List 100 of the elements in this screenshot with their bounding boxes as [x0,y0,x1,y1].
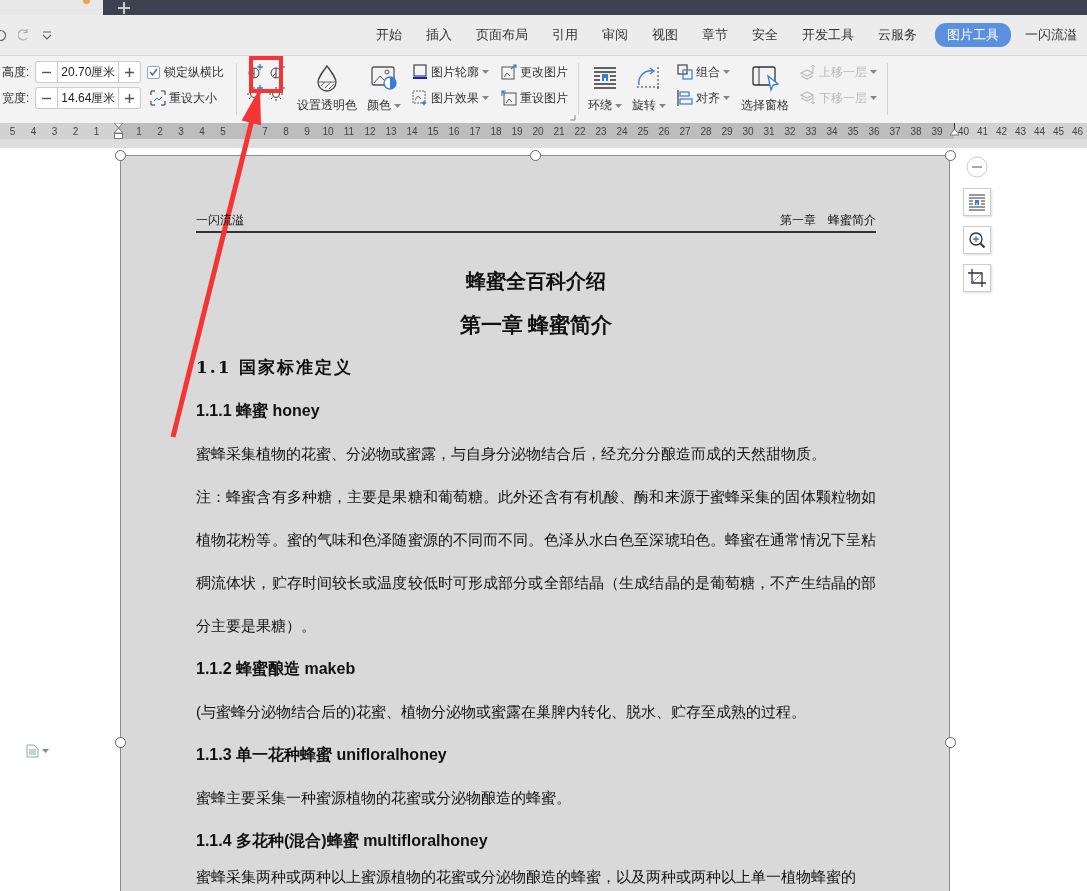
size-input[interactable]: 14.64厘米 [57,87,120,109]
ruler-number: 22 [573,125,587,137]
picture-swap-icon [501,64,518,80]
ruler-number: 33 [804,125,818,137]
dropdown-icon[interactable] [42,30,52,40]
ribbon-button[interactable]: 颜色 [362,61,407,123]
paragraph: (与蜜蜂分泌物结合后的)花蜜、植物分泌物或蜜露在巢脾内转化、脱水、贮存至成熟的过程。 [196,702,807,722]
ruler-number: 20 [531,125,545,137]
caret-icon [42,749,49,753]
layout-options-button[interactable] [963,188,991,216]
ruler-number: 3 [177,125,185,137]
resize-handle[interactable] [945,150,956,161]
plus-icon [125,93,135,103]
picture-sparkle-icon [412,90,429,106]
menu-tab[interactable]: 开始 [364,23,414,47]
paragraph: 蜜蜂采集两种或两种以上蜜源植物的花蜜或分泌物酿造的蜂蜜，以及两种或两种以上单一植物蜂蜜的 [196,867,857,887]
ruler-number: 24 [615,125,629,137]
ruler-number: 16 [447,125,461,137]
increment-button[interactable] [119,87,142,109]
ruler-number: 5 [8,125,17,137]
resize-handle[interactable] [115,737,126,748]
resize-icon [150,90,167,106]
contrast-minus-icon[interactable] [269,64,287,81]
ruler-number: 44 [1032,125,1047,137]
caret-icon [870,70,878,74]
ribbon-button[interactable]: 设置透明色 [292,61,363,123]
checkbox[interactable] [147,65,161,79]
ruler-number: 30 [741,125,755,137]
menu-tab[interactable]: 章节 [690,23,740,47]
ruler-number: 40 [956,125,971,137]
ribbon-button[interactable]: 图片效果 [409,87,493,109]
text-wrap-icon [968,193,986,211]
ruler-number: 27 [678,125,692,137]
layer-down-icon [800,90,817,106]
ruler-number: 38 [909,125,923,137]
caret-icon [482,70,490,74]
ruler-number: 42 [994,125,1009,137]
menu-tab[interactable]: 插入 [414,23,464,47]
subsection-heading: 1.1.3 单一花种蜂蜜 unifloralhoney [196,745,448,765]
ribbon-button[interactable]: 环绕 [583,61,628,123]
contrast-plus-icon[interactable] [247,64,265,81]
ruler-number: 5 [219,125,227,137]
section-heading: 1.1 国家标准定义 [196,356,355,379]
size-input[interactable]: 20.70厘米 [57,61,120,83]
indent-marker-icon[interactable] [113,123,124,139]
margin-marker-icon[interactable] [949,123,960,139]
paragraph: 蜜蜂主要采集一种蜜源植物的花蜜或分泌物酿造的蜂蜜。 [196,788,572,808]
ruler-number: 34 [825,125,839,137]
field-label: 宽度: [2,90,30,107]
crop-button[interactable] [963,264,991,292]
menu-tab[interactable]: 页面布局 [464,23,540,47]
brightness-minus-icon[interactable] [269,85,287,102]
check-icon [149,68,159,76]
user-name[interactable]: 一闪流溢 [1017,23,1077,47]
brightness-plus-icon[interactable] [247,85,265,102]
ribbon-button[interactable]: 更改图片 [498,61,572,83]
highlight-frame [249,56,283,93]
ruler-number: 19 [510,125,524,137]
ruler-number: 10 [321,125,335,137]
menu-tab[interactable]: 引用 [540,23,590,47]
subsection-heading: 1.1.4 多花种(混合)蜂蜜 multifloralhoney [196,831,489,851]
ruler-number: 14 [405,125,419,137]
subsection-heading: 1.1.1 蜂蜜 honey [196,401,321,421]
menu-tab[interactable]: 安全 [740,23,790,47]
ruler-number: 25 [636,125,650,137]
ribbon-button[interactable]: 对齐 [674,87,734,109]
ruler-number: 11 [342,125,356,137]
picture-reset-icon [501,90,518,106]
ruler-number: 35 [846,125,860,137]
ruler-number: 1 [92,125,101,137]
ruler-number: 29 [720,125,734,137]
ruler-number: 15 [426,125,440,137]
frame-outline-icon [412,64,429,80]
field-label: 高度: [2,64,30,81]
ruler-number: 3 [50,125,59,137]
plus-icon [125,67,135,77]
plus-icon[interactable] [118,1,130,14]
layer-up-icon [800,64,817,80]
resize-handle[interactable] [115,150,126,161]
ruler-number: 7 [261,125,269,137]
menu-tab[interactable]: 审阅 [590,23,640,47]
ribbon-button[interactable]: 选择窗格 [736,61,795,123]
ribbon-button[interactable]: 重设图片 [498,87,572,109]
resize-handle[interactable] [530,150,541,161]
menu-tab[interactable]: 视图 [640,23,690,47]
increment-button[interactable] [119,61,142,83]
align-icon [677,90,694,106]
ribbon-button[interactable]: 组合 [674,61,734,83]
menu-tab[interactable]: 云服务 [866,23,929,47]
ruler-number: 46 [1070,125,1085,137]
ruler-number: 17 [468,125,482,137]
resize-handle[interactable] [945,737,956,748]
ruler-number: 39 [930,125,944,137]
ribbon-button[interactable]: 图片轮廓 [409,61,493,83]
ribbon-button[interactable]: 旋转 [627,61,672,123]
reset-size-button[interactable]: 重设大小 [147,87,225,109]
menu-tab[interactable]: 开发工具 [790,23,866,47]
ruler-number: 26 [657,125,671,137]
ruler-number: 41 [975,125,990,137]
zoom-button[interactable] [963,226,991,254]
